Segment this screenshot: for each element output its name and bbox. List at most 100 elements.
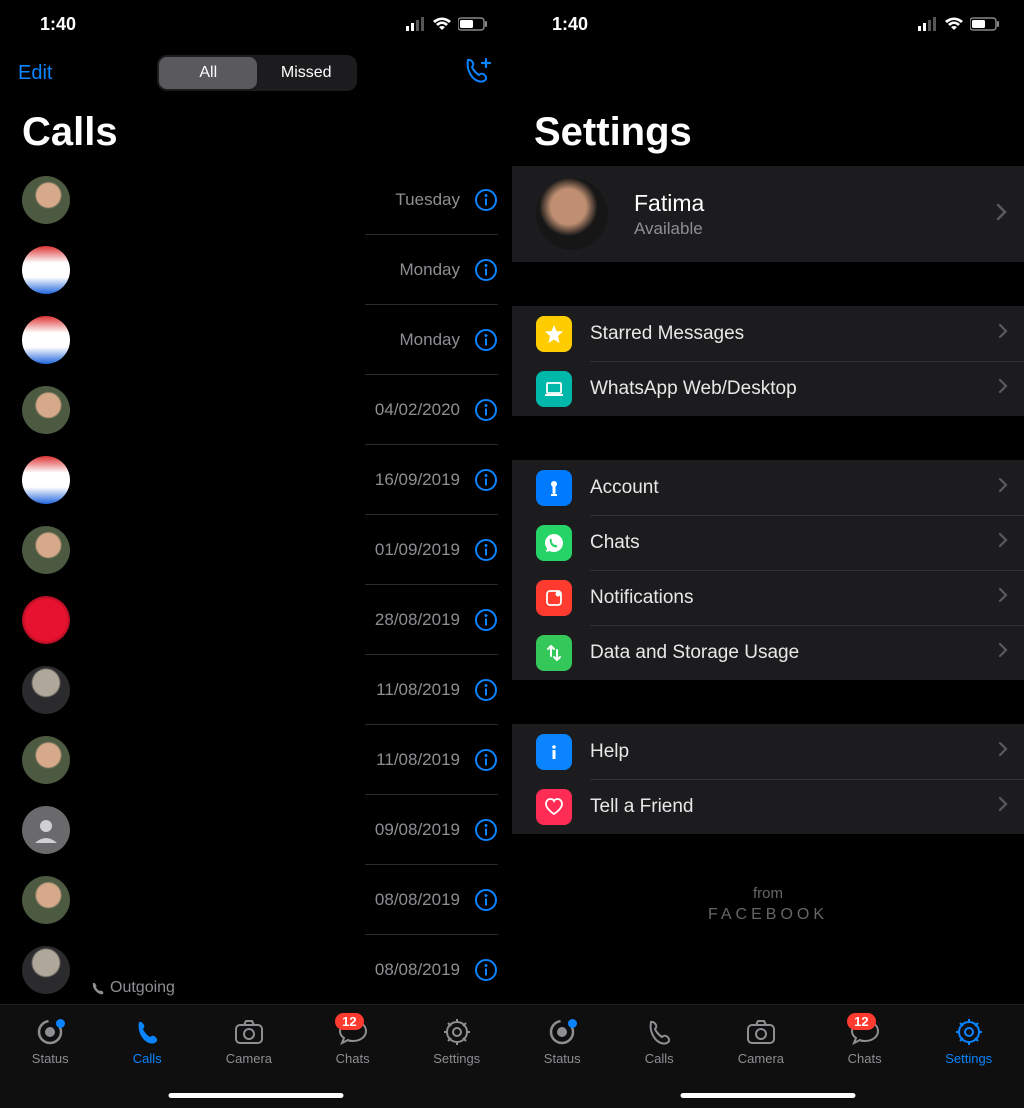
setting-starred-messages[interactable]: Starred Messages xyxy=(512,306,1024,361)
call-row[interactable]: 09/08/2019 xyxy=(0,795,512,865)
call-row[interactable]: Monday xyxy=(0,305,512,375)
tell-friend-icon xyxy=(536,789,572,825)
tab-label: Status xyxy=(32,1051,69,1066)
avatar xyxy=(22,946,70,994)
call-date: 09/08/2019 xyxy=(375,820,460,840)
tab-label: Chats xyxy=(336,1051,370,1066)
avatar xyxy=(22,246,70,294)
chevron-right-icon xyxy=(998,477,1008,498)
chevron-right-icon xyxy=(998,532,1008,553)
home-indicator[interactable] xyxy=(681,1093,856,1098)
call-row[interactable]: 11/08/2019 xyxy=(0,725,512,795)
setting-tell-friend[interactable]: Tell a Friend xyxy=(512,779,1024,834)
call-direction: Outgoing xyxy=(90,979,175,997)
info-icon[interactable] xyxy=(474,608,498,632)
tab-camera[interactable]: Camera xyxy=(226,1017,272,1066)
profile-row[interactable]: Fatima Available xyxy=(512,166,1024,262)
new-call-icon[interactable] xyxy=(462,56,494,91)
tab-chats[interactable]: 12 Chats xyxy=(848,1017,882,1066)
settings-screen: 1:40 Settings Fatima Available Starred M… xyxy=(512,0,1024,1108)
info-icon[interactable] xyxy=(474,258,498,282)
setting-chats-settings[interactable]: Chats xyxy=(512,515,1024,570)
avatar xyxy=(22,526,70,574)
footer-from: from xyxy=(512,885,1024,902)
setting-whatsapp-web[interactable]: WhatsApp Web/Desktop xyxy=(512,361,1024,416)
call-date: 11/08/2019 xyxy=(376,680,460,700)
tab-label: Camera xyxy=(226,1051,272,1066)
home-indicator[interactable] xyxy=(169,1093,344,1098)
status-time: 1:40 xyxy=(552,14,588,35)
setting-label: Data and Storage Usage xyxy=(590,642,799,664)
seg-missed[interactable]: Missed xyxy=(257,57,355,89)
setting-notifications[interactable]: Notifications xyxy=(512,570,1024,625)
info-icon[interactable] xyxy=(474,398,498,422)
tab-calls[interactable]: Calls xyxy=(644,1017,674,1066)
tab-label: Settings xyxy=(433,1051,480,1066)
setting-data-storage[interactable]: Data and Storage Usage xyxy=(512,625,1024,680)
status-icons xyxy=(918,17,1000,31)
call-date: Tuesday xyxy=(395,190,460,210)
info-icon[interactable] xyxy=(474,538,498,562)
call-filter-segment[interactable]: All Missed xyxy=(157,55,357,91)
info-icon[interactable] xyxy=(474,958,498,982)
call-date: 28/08/2019 xyxy=(375,610,460,630)
tab-camera[interactable]: Camera xyxy=(738,1017,784,1066)
info-icon[interactable] xyxy=(474,678,498,702)
status-icon xyxy=(35,1017,65,1047)
call-row[interactable]: 28/08/2019 xyxy=(0,585,512,655)
info-icon[interactable] xyxy=(474,818,498,842)
call-date: Monday xyxy=(400,260,460,280)
info-icon[interactable] xyxy=(474,188,498,212)
tab-calls[interactable]: Calls xyxy=(132,1017,162,1066)
call-date: 11/08/2019 xyxy=(376,750,460,770)
chats-badge: 12 xyxy=(847,1013,875,1030)
call-row[interactable]: 01/09/2019 xyxy=(0,515,512,585)
setting-label: Notifications xyxy=(590,587,694,609)
chevron-right-icon xyxy=(998,587,1008,608)
call-row[interactable]: 11/08/2019 xyxy=(0,655,512,725)
tab-status[interactable]: Status xyxy=(544,1017,581,1066)
status-time: 1:40 xyxy=(40,14,76,35)
wifi-icon xyxy=(944,17,964,31)
tab-settings[interactable]: Settings xyxy=(945,1017,992,1066)
info-icon[interactable] xyxy=(474,328,498,352)
call-row[interactable]: Tuesday xyxy=(0,165,512,235)
setting-label: Account xyxy=(590,477,659,499)
call-list[interactable]: TuesdayMondayMonday04/02/202016/09/20190… xyxy=(0,165,512,1004)
call-row[interactable]: 16/09/2019 xyxy=(0,445,512,515)
info-icon[interactable] xyxy=(474,468,498,492)
tab-chats[interactable]: 12 Chats xyxy=(336,1017,370,1066)
status-bar: 1:40 xyxy=(0,0,512,48)
status-icons xyxy=(406,17,488,31)
call-row[interactable]: 04/02/2020 xyxy=(0,375,512,445)
data-storage-icon xyxy=(536,635,572,671)
avatar xyxy=(22,666,70,714)
tabbar-left: Status Calls Camera 12 Chats Settings xyxy=(0,1004,512,1108)
page-title-settings: Settings xyxy=(512,98,1024,165)
setting-help[interactable]: Help xyxy=(512,724,1024,779)
tab-label: Settings xyxy=(945,1051,992,1066)
tab-status[interactable]: Status xyxy=(32,1017,69,1066)
call-row[interactable]: 08/08/2019 xyxy=(0,865,512,935)
footer-brand: FACEBOOK xyxy=(512,906,1024,924)
settings-list[interactable]: Fatima Available Starred MessagesWhatsAp… xyxy=(512,165,1024,1004)
info-icon[interactable] xyxy=(474,888,498,912)
profile-status: Available xyxy=(634,219,704,239)
info-icon[interactable] xyxy=(474,748,498,772)
call-row[interactable]: Monday xyxy=(0,235,512,305)
avatar xyxy=(22,806,70,854)
wifi-icon xyxy=(432,17,452,31)
tab-settings[interactable]: Settings xyxy=(433,1017,480,1066)
help-icon xyxy=(536,734,572,770)
setting-account[interactable]: Account xyxy=(512,460,1024,515)
seg-all[interactable]: All xyxy=(159,57,257,89)
edit-button[interactable]: Edit xyxy=(18,62,52,85)
chats-settings-icon xyxy=(536,525,572,561)
phone-icon xyxy=(644,1017,674,1047)
status-icon xyxy=(547,1017,577,1047)
chevron-right-icon xyxy=(998,642,1008,663)
notifications-icon xyxy=(536,580,572,616)
call-row[interactable]: 08/08/2019Outgoing xyxy=(0,935,512,1004)
avatar xyxy=(22,596,70,644)
gear-icon xyxy=(954,1017,984,1047)
